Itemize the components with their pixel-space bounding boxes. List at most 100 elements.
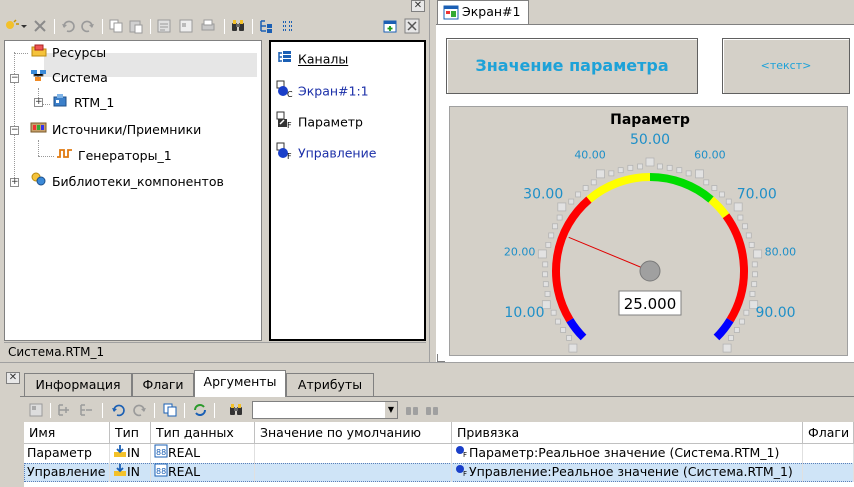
gauge-tick-mark <box>733 327 740 333</box>
table-row-1-binding[interactable]: F Параметр:Реальное значение (Система.RTM… <box>452 444 803 463</box>
selection-status: Система.RTM_1 <box>4 342 426 360</box>
copy-icon[interactable] <box>162 402 178 418</box>
svg-text:F: F <box>463 470 467 477</box>
tab-information[interactable]: Информация <box>24 373 132 396</box>
table-row-2-default[interactable] <box>255 463 452 482</box>
gauge-widget[interactable]: Параметр 0.0010.0020.0030.0040.0050.0060… <box>449 106 848 356</box>
gauge-tick-mark <box>545 241 552 248</box>
copy-icon[interactable] <box>108 18 124 34</box>
gauge-tick-mark <box>568 198 575 205</box>
table-row-1-type[interactable]: IN <box>110 444 151 463</box>
tree-item-label: Генераторы_1 <box>77 148 172 163</box>
find-icon[interactable] <box>228 402 244 418</box>
gauge-tick-label: 20.00 <box>504 245 536 258</box>
add-argument-icon[interactable] <box>56 402 72 418</box>
gauge-tick-mark <box>556 214 563 221</box>
refresh-icon[interactable] <box>192 402 208 418</box>
column-header-flags[interactable]: Флаги <box>803 422 854 444</box>
toolbar-separator <box>184 403 185 418</box>
find-icon[interactable] <box>230 18 246 34</box>
text-placeholder-button[interactable]: <текст> <box>722 38 850 94</box>
column-header-name[interactable]: Имя <box>24 422 110 444</box>
tab-arguments[interactable]: Аргументы <box>194 370 286 397</box>
properties-icon[interactable] <box>156 18 172 34</box>
gauge-tick-mark <box>725 198 732 205</box>
redo-icon[interactable] <box>132 402 148 418</box>
chevron-down-icon[interactable] <box>20 18 28 34</box>
tree-item-sources-receivers[interactable]: Источники/Приемники <box>30 119 201 141</box>
gauge-tick-mark <box>637 163 644 170</box>
tree-item-component-libraries[interactable]: Библиотеки_компонентов <box>30 171 224 193</box>
sources-icon <box>30 119 48 142</box>
table-row-2-flags[interactable] <box>803 463 854 482</box>
gauge-hub <box>639 260 661 282</box>
table-row-2-name[interactable]: Управление <box>24 463 110 482</box>
column-header-binding[interactable]: Привязка <box>452 422 803 444</box>
screen-add-icon[interactable] <box>382 18 398 34</box>
tree-item-resources[interactable]: Ресурсы <box>30 42 106 64</box>
toolbar-separator <box>224 19 225 34</box>
tab-attributes[interactable]: Атрибуты <box>286 373 374 396</box>
table-row-1-data-type[interactable]: 88 REAL <box>151 444 255 463</box>
gauge-zone-arc <box>708 196 730 219</box>
svg-text:C: C <box>287 90 293 98</box>
column-header-type[interactable]: Тип <box>110 422 151 444</box>
gauge-tick-mark <box>751 281 758 288</box>
tree-item-system[interactable]: Система <box>30 67 108 89</box>
print-icon[interactable] <box>200 18 216 34</box>
close-pane-icon[interactable] <box>404 18 420 34</box>
tab-screen-1[interactable]: Экран#1 <box>437 0 529 24</box>
paste-icon[interactable] <box>128 18 144 34</box>
arguments-toolbar <box>24 399 854 421</box>
tab-flags[interactable]: Флаги <box>132 373 194 396</box>
undo-icon[interactable] <box>110 402 126 418</box>
tree-item-rtm-1[interactable]: RTM_1 <box>52 92 114 114</box>
channel-item-parameter[interactable]: F Параметр <box>276 111 363 131</box>
new-item-icon[interactable] <box>4 18 20 34</box>
toolbar-separator <box>252 19 253 34</box>
close-icon[interactable]: ✕ <box>411 0 425 12</box>
tree-item-generators-1[interactable]: Генераторы_1 <box>56 145 172 167</box>
table-row-1-default[interactable] <box>255 444 452 463</box>
table-row-1-name[interactable]: Параметр <box>24 444 110 463</box>
tree-collapse-sources[interactable]: − <box>10 126 19 135</box>
channel-item-control[interactable]: F Управление <box>276 142 376 162</box>
gauge-tick-mark <box>749 291 756 297</box>
undo-icon[interactable] <box>60 18 76 34</box>
channel-item-screen[interactable]: C Экран#1:1 <box>276 80 369 100</box>
parameter-value-button[interactable]: Значение параметра <box>446 38 698 94</box>
redo-icon[interactable] <box>80 18 96 34</box>
system-icon <box>30 67 48 90</box>
grid-view-icon[interactable] <box>280 18 296 34</box>
remove-argument-icon[interactable] <box>78 402 94 418</box>
binding-label: Управление:Реальное значение (Система.RT… <box>469 464 793 479</box>
tree-collapse-system[interactable]: − <box>10 74 19 83</box>
gauge-tick-mark <box>739 318 745 325</box>
gauge-tick-mark <box>676 167 683 174</box>
table-row-1-flags[interactable] <box>803 444 854 463</box>
table-row-2-data-type[interactable]: 88 REAL <box>151 463 255 482</box>
data-type-label: REAL <box>168 445 201 460</box>
real-type-icon: 88 <box>154 444 168 463</box>
channel-item-channels[interactable]: Каналы <box>276 49 348 69</box>
tree-expand-libraries[interactable]: + <box>10 178 19 187</box>
find-next-icon[interactable] <box>404 402 420 418</box>
tile-icon[interactable] <box>178 18 194 34</box>
tree-item-label: RTM_1 <box>73 95 115 110</box>
column-header-default-value[interactable]: Значение по умолчанию <box>255 422 452 444</box>
argument-properties-icon[interactable] <box>28 402 44 418</box>
tree-view-icon[interactable] <box>258 18 274 34</box>
gauge-tick-mark <box>722 343 732 353</box>
delete-icon[interactable] <box>32 18 48 34</box>
table-row-2-binding[interactable]: F Управление:Реальное значение (Система.R… <box>452 463 803 482</box>
search-combo-input[interactable] <box>252 401 398 419</box>
close-icon[interactable]: ✕ <box>6 372 20 384</box>
table-row-2-type[interactable]: IN <box>110 463 151 482</box>
toolbar-separator <box>102 403 103 418</box>
column-header-data-type[interactable]: Тип данных <box>151 422 255 444</box>
gauge-tick-mark <box>745 232 752 239</box>
gauge-tick-mark <box>753 249 763 259</box>
tree-expand-rtm[interactable]: + <box>34 98 43 107</box>
chevron-down-icon[interactable]: ▼ <box>385 402 397 418</box>
find-previous-icon[interactable] <box>424 402 440 418</box>
